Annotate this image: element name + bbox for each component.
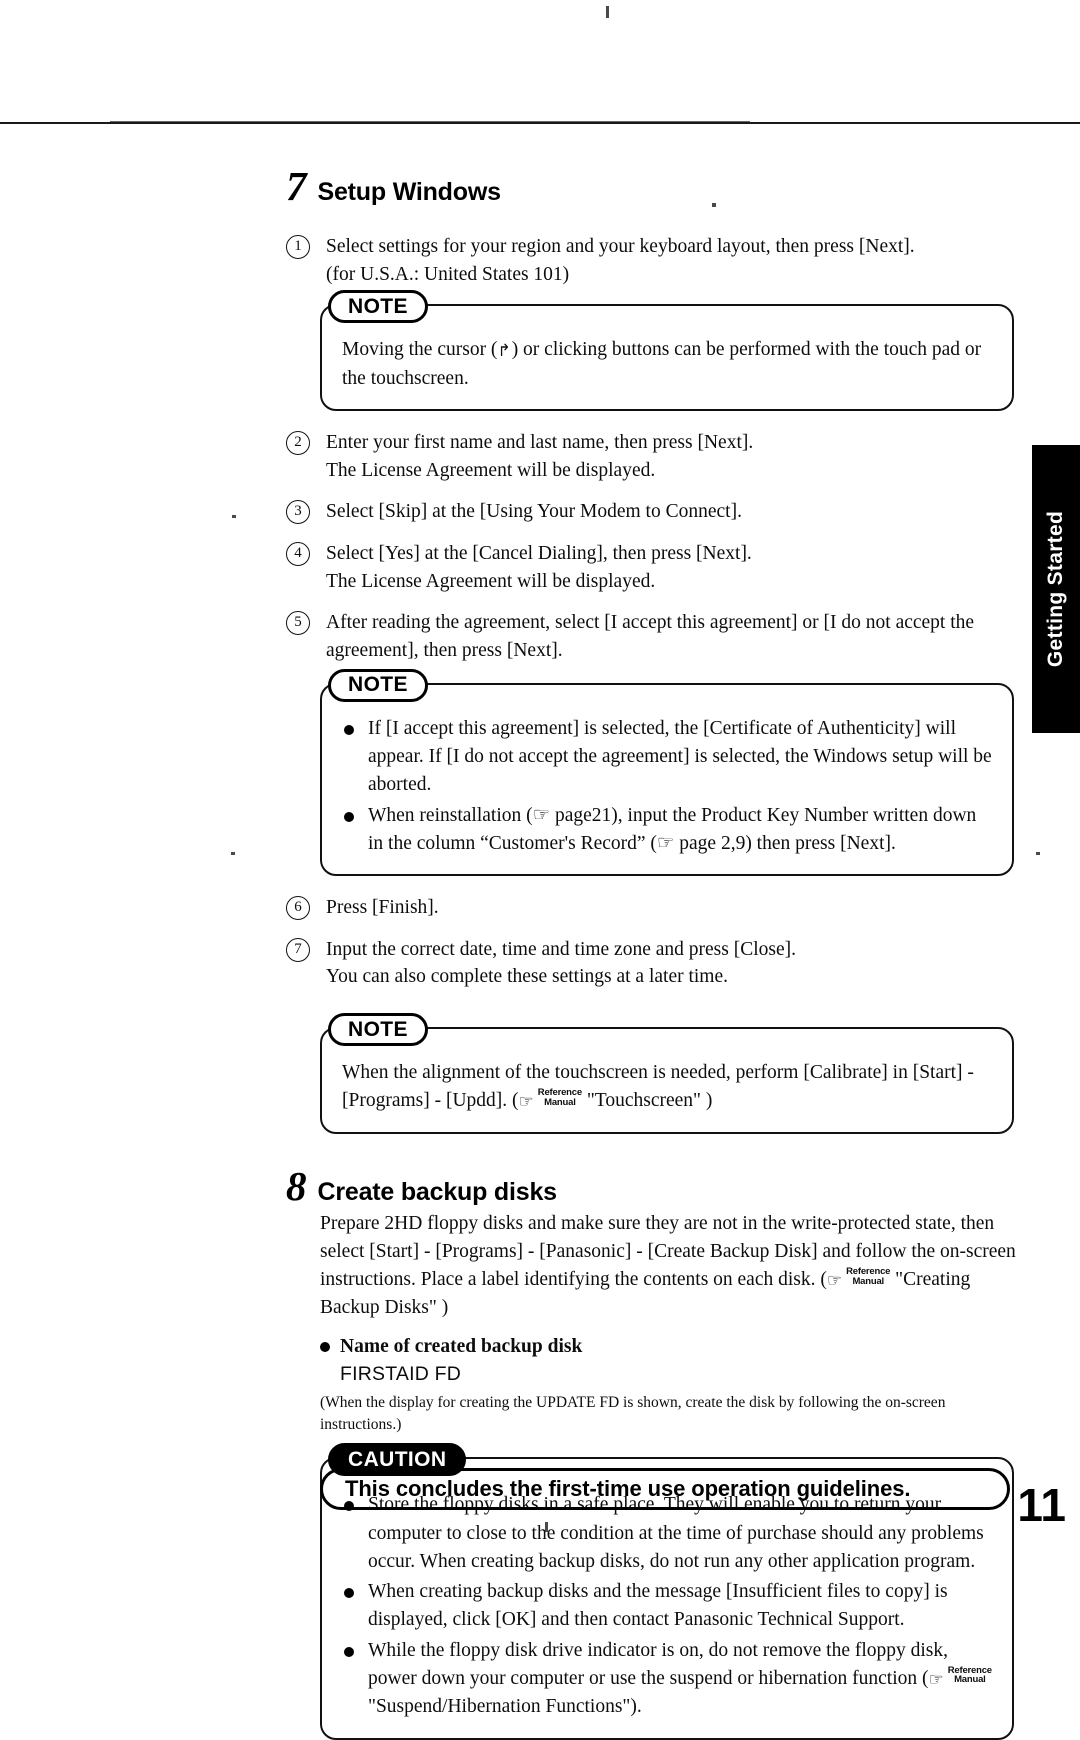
item-line: (for U.S.A.: United States 101) [326, 263, 570, 285]
circled-number-2: 2 [286, 430, 310, 455]
step-8-fine-print: (When the display for creating the UPDAT… [320, 1394, 946, 1433]
item-line: Select settings for your region and your… [326, 236, 915, 257]
caution-bullet: When creating backup disks and the messa… [342, 1578, 994, 1635]
numbered-item: 2 Enter your first name and last name, t… [286, 429, 1026, 484]
item-line: You can also complete these settings at … [326, 966, 728, 988]
scanned-manual-page: Getting Started 7 Setup Windows 1 Select… [0, 0, 1080, 1740]
numbered-item: 6 Press [Finish]. [286, 894, 1026, 922]
reference-manual-label: Reference Manual [948, 1666, 992, 1685]
numbered-item: 7 Input the correct date, time and time … [286, 936, 1026, 991]
item-line: Select [Yes] at the [Cancel Dialing], th… [326, 542, 752, 564]
note-1-text-before: Moving the cursor ( [342, 339, 498, 361]
page-number: 11 [1017, 1479, 1066, 1531]
note-callout-3: NOTE When the alignment of the touchscre… [320, 1013, 1014, 1134]
ref-line-2: Manual [852, 1275, 884, 1287]
numbered-item: 1 Select settings for your region and yo… [286, 233, 1026, 288]
scan-artifact-speck [606, 6, 609, 18]
item-line: Enter your first name and last name, the… [326, 431, 754, 453]
note-badge: NOTE [328, 668, 428, 702]
mouse-pointer-icon: ↱ [498, 341, 511, 361]
circled-number-5: 5 [286, 611, 310, 636]
caution-bullet-part1: While the floppy disk drive indicator is… [368, 1639, 949, 1689]
circled-number-7: 7 [286, 937, 310, 962]
ref-line-2: Manual [544, 1096, 576, 1108]
note-bullet: When reinstallation (☞ page21), input th… [342, 802, 994, 859]
item-line: Select [Skip] at the [Using Your Modem t… [326, 501, 742, 523]
scan-artifact-speck [231, 852, 235, 855]
step-7-number: 7 [286, 163, 307, 209]
header-rule [0, 121, 1080, 124]
note-3-text: When the alignment of the touchscreen is… [342, 1059, 994, 1116]
step-8-body: Prepare 2HD floppy disks and make sure t… [286, 1210, 1026, 1323]
reference-manual-label: Reference Manual [538, 1088, 582, 1107]
numbered-item: 4 Select [Yes] at the [Cancel Dialing], … [286, 540, 1026, 595]
note-callout-1: NOTE Moving the cursor (↱) or clicking b… [320, 290, 1014, 411]
item-line: After reading the agreement, select [I a… [326, 612, 975, 662]
numbered-item: 5 After reading the agreement, select [I… [286, 609, 1026, 664]
step-7-title: Setup Windows [317, 178, 501, 206]
conclusion-banner: This concludes the first-time use operat… [320, 1468, 1010, 1510]
circled-number-6: 6 [286, 896, 310, 921]
created-disk-name: FIRSTAID FD [340, 1363, 461, 1385]
caution-bullets: Store the floppy disks in a safe place. … [342, 1491, 994, 1721]
step-7-heading: 7 Setup Windows [286, 163, 1026, 209]
note-1-text: Moving the cursor (↱) or clicking button… [342, 336, 994, 393]
note-callout-2: NOTE If [I accept this agreement] is sel… [320, 668, 1014, 877]
circled-number-4: 4 [286, 541, 310, 566]
section-thumb-tab: Getting Started [1032, 445, 1080, 733]
item-line: Input the correct date, time and time zo… [326, 938, 796, 960]
note-badge: NOTE [328, 1013, 428, 1047]
item-line: The License Agreement will be displayed. [326, 570, 656, 592]
note-3-text-part2: "Touchscreen" ) [586, 1090, 713, 1112]
reference-manual-marker: ☞ Reference Manual [826, 1267, 891, 1291]
section-thumb-tab-label: Getting Started [1044, 510, 1067, 668]
step-8-heading: 8 Create backup disks [286, 1162, 1026, 1209]
reference-manual-label: Reference Manual [846, 1267, 890, 1286]
created-disk-heading-label: Name of created backup disk [340, 1335, 583, 1357]
note-bullet: If [I accept this agreement] is selected… [342, 715, 994, 800]
ref-line-2: Manual [954, 1674, 986, 1686]
numbered-item: 3 Select [Skip] at the [Using Your Modem… [286, 498, 1026, 526]
item-line: The License Agreement will be displayed. [326, 459, 656, 481]
pointing-hand-icon: ☞ [826, 1271, 843, 1291]
reference-manual-marker: ☞ Reference Manual [518, 1088, 583, 1112]
pointing-hand-icon: ☞ [928, 1669, 944, 1689]
reference-manual-marker: ☞ Reference Manual [928, 1666, 993, 1689]
scan-artifact-speck [1036, 852, 1040, 855]
step-7-items-6-7: 6 Press [Finish]. 7 Input the correct da… [286, 894, 1026, 991]
item-line: Press [Finish]. [326, 897, 439, 919]
step-8-title: Create backup disks [317, 1177, 558, 1206]
created-disk-heading: Name of created backup disk [286, 1333, 1026, 1360]
circled-number-3: 3 [286, 500, 310, 525]
conclusion-text: This concludes the first-time use operat… [345, 1476, 911, 1501]
pointing-hand-icon: ☞ [518, 1092, 534, 1112]
step-8-number: 8 [286, 1162, 307, 1209]
circled-number-1: 1 [286, 235, 310, 259]
note-2-bullets: If [I accept this agreement] is selected… [342, 715, 994, 858]
note-badge: NOTE [328, 290, 428, 324]
step-7-item-1: 1 Select settings for your region and yo… [286, 233, 1026, 288]
step-7-items-2-5: 2 Enter your first name and last name, t… [286, 429, 1026, 665]
caution-bullet: While the floppy disk drive indicator is… [342, 1637, 994, 1722]
ref-line-1: Reference [947, 1664, 992, 1676]
caution-bullet-part2: "Suspend/Hibernation Functions"). [368, 1696, 642, 1718]
scan-artifact-speck [232, 515, 236, 518]
